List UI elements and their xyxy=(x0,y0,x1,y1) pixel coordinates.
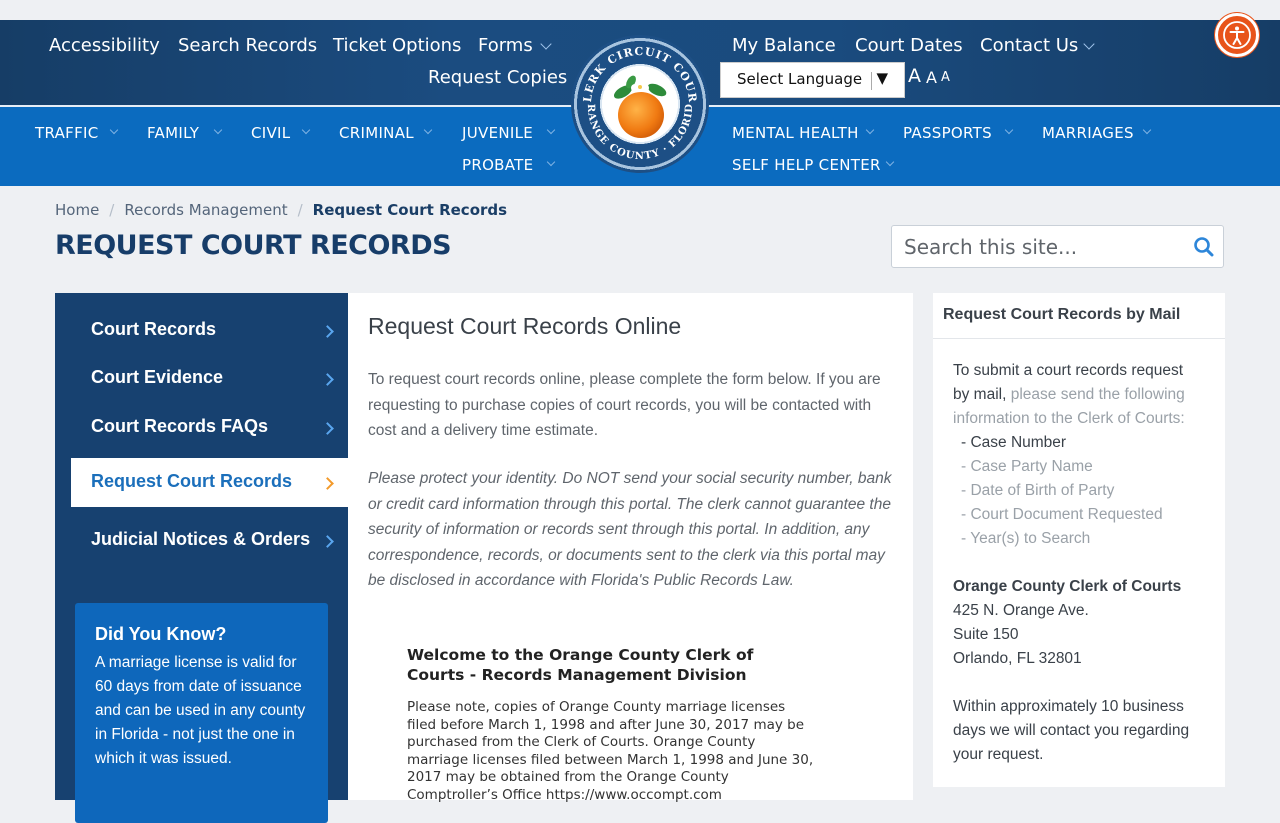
sidebar-item-court-records-faqs[interactable]: Court Records FAQs xyxy=(91,416,268,437)
juvenile-chevron-down-icon[interactable] xyxy=(546,125,556,135)
nav-family[interactable]: FAMILY xyxy=(147,124,199,142)
language-select-divider xyxy=(871,72,872,90)
sidebar: Court Records Court Evidence Court Recor… xyxy=(55,293,348,823)
accessibility-widget-button[interactable] xyxy=(1215,13,1259,57)
mail-panel-header: Request Court Records by Mail xyxy=(933,293,1225,339)
contact-chevron-down-icon[interactable] xyxy=(1083,38,1095,50)
did-you-know-box: Did You Know? A marriage license is vali… xyxy=(75,603,328,823)
marriages-chevron-down-icon[interactable] xyxy=(1142,125,1152,135)
breadcrumb-separator: / xyxy=(297,201,303,219)
request-copies-link[interactable]: Request Copies xyxy=(428,67,567,88)
nav-traffic[interactable]: TRAFFIC xyxy=(35,124,99,142)
search-placeholder: Search this site... xyxy=(904,235,1078,259)
mental-health-chevron-down-icon[interactable] xyxy=(865,125,875,135)
chevron-right-icon xyxy=(321,477,334,490)
self-help-chevron-down-icon[interactable] xyxy=(885,157,895,167)
criminal-chevron-down-icon[interactable] xyxy=(423,125,433,135)
chevron-right-icon xyxy=(321,325,334,338)
forms-link[interactable]: Forms xyxy=(478,35,533,56)
sidebar-item-request-court-records[interactable]: Request Court Records xyxy=(71,458,348,507)
clerk-seal-logo[interactable]: CLERK CIRCUIT COURT ORANGE COUNTY · FLOR… xyxy=(571,35,709,173)
nav-passports[interactable]: PASSPORTS xyxy=(903,124,992,142)
mail-request-panel: Request Court Records by Mail To submit … xyxy=(933,293,1225,787)
font-size-medium-button[interactable]: A xyxy=(926,68,937,87)
mail-list-item: - Year(s) to Search xyxy=(961,530,1091,547)
chevron-right-icon xyxy=(321,422,334,435)
breadcrumb-separator: / xyxy=(109,201,115,219)
nav-marriages[interactable]: MARRIAGES xyxy=(1042,124,1134,142)
accessibility-link[interactable]: Accessibility xyxy=(49,35,160,56)
nav-criminal[interactable]: CRIMINAL xyxy=(339,124,414,142)
search-records-link[interactable]: Search Records xyxy=(178,35,317,56)
language-select-label: Select Language xyxy=(737,70,863,88)
orange-seal-icon: CLERK CIRCUIT COURT ORANGE COUNTY · FLOR… xyxy=(571,35,698,162)
mail-panel-title: Request Court Records by Mail xyxy=(943,306,1181,323)
caret-down-icon: ▼ xyxy=(876,69,888,87)
mail-list-item: - Case Party Name xyxy=(961,458,1093,475)
traffic-chevron-down-icon[interactable] xyxy=(109,125,119,135)
did-you-know-title: Did You Know? xyxy=(95,624,227,644)
nav-mental-health[interactable]: MENTAL HEALTH xyxy=(732,124,859,142)
font-size-small-button[interactable]: A xyxy=(941,70,950,85)
nav-civil[interactable]: CIVIL xyxy=(251,124,290,142)
language-select[interactable]: Select Language ▼ xyxy=(720,62,905,98)
my-balance-link[interactable]: My Balance xyxy=(732,35,836,56)
main-heading: Request Court Records Online xyxy=(368,313,682,339)
breadcrumb: Home / Records Management / Request Court Re… xyxy=(55,201,507,219)
font-size-large-button[interactable]: A xyxy=(908,65,921,87)
mail-intro: To submit a court records request by mai… xyxy=(953,359,1203,431)
address-line: 425 N. Orange Ave. xyxy=(953,602,1089,619)
accessibility-person-icon xyxy=(1223,21,1251,49)
nav-self-help-center[interactable]: SELF HELP CENTER xyxy=(732,156,881,174)
top-strip xyxy=(0,0,1280,20)
sidebar-item-label: Request Court Records xyxy=(91,471,293,491)
forms-chevron-down-icon[interactable] xyxy=(540,38,552,50)
court-dates-link[interactable]: Court Dates xyxy=(855,35,963,56)
contact-us-link[interactable]: Contact Us xyxy=(980,35,1078,56)
address-line: Orlando, FL 32801 xyxy=(953,650,1082,667)
nav-probate[interactable]: PROBATE xyxy=(462,156,533,174)
breadcrumb-records-management-link[interactable]: Records Management xyxy=(124,201,287,219)
chevron-right-icon xyxy=(321,373,334,386)
breadcrumb-current: Request Court Records xyxy=(312,201,508,219)
did-you-know-text: A marriage license is valid for 60 days … xyxy=(95,654,306,767)
address-line: Suite 150 xyxy=(953,626,1019,643)
nav-juvenile[interactable]: JUVENILE xyxy=(462,124,533,142)
ticket-options-link[interactable]: Ticket Options xyxy=(333,35,461,56)
identity-warning: Please protect your identity. Do NOT sen… xyxy=(368,470,892,589)
main-content: Request Court Records Online To request … xyxy=(348,293,913,803)
sidebar-item-court-evidence[interactable]: Court Evidence xyxy=(91,367,223,388)
passports-chevron-down-icon[interactable] xyxy=(1004,125,1014,135)
welcome-text: Please note, copies of Orange County mar… xyxy=(407,699,814,803)
breadcrumb-home-link[interactable]: Home xyxy=(55,201,99,219)
sidebar-item-judicial-notices[interactable]: Judicial Notices & Orders xyxy=(91,529,310,550)
address-title: Orange County Clerk of Courts xyxy=(953,578,1182,595)
site-search-input[interactable]: Search this site... xyxy=(891,225,1224,268)
sidebar-item-court-records[interactable]: Court Records xyxy=(91,319,216,340)
mail-closing-text: Within approximately 10 business days we… xyxy=(953,698,1190,763)
civil-chevron-down-icon[interactable] xyxy=(301,125,311,135)
page-title: REQUEST COURT RECORDS xyxy=(55,230,452,261)
intro-paragraph: To request court records online, please … xyxy=(368,371,881,439)
family-chevron-down-icon[interactable] xyxy=(213,125,223,135)
mail-list-item: - Court Document Requested xyxy=(961,506,1163,523)
welcome-heading: Welcome to the Orange County Clerk of Co… xyxy=(407,646,754,684)
chevron-right-icon xyxy=(321,535,334,548)
search-icon[interactable] xyxy=(1193,236,1215,258)
mail-list-item: - Date of Birth of Party xyxy=(961,482,1115,499)
mail-list-item: - Case Number xyxy=(961,434,1067,451)
probate-chevron-down-icon[interactable] xyxy=(546,157,556,167)
